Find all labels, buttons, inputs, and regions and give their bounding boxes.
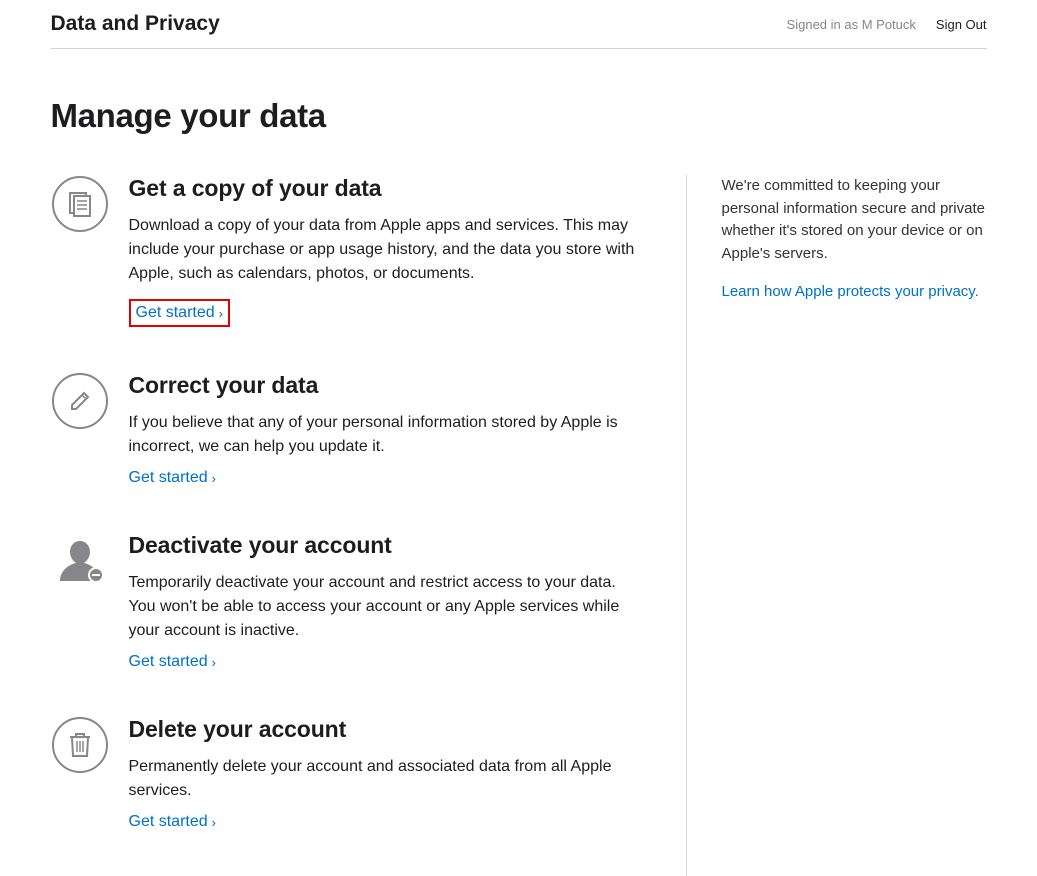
learn-privacy-link[interactable]: Learn how Apple protects your privacy. xyxy=(722,283,979,300)
page-header: Data and Privacy Signed in as M Potuck S… xyxy=(51,0,987,49)
section-delete-title: Delete your account xyxy=(129,716,636,743)
chevron-right-icon: › xyxy=(212,655,216,670)
section-delete-description: Permanently delete your account and asso… xyxy=(129,755,636,803)
section-deactivate-account: Deactivate your account Temporarily deac… xyxy=(51,532,636,671)
section-copy-description: Download a copy of your data from Apple … xyxy=(129,214,636,286)
user-minus-icon xyxy=(51,532,109,590)
chevron-right-icon: › xyxy=(219,306,223,321)
chevron-right-icon: › xyxy=(212,471,216,486)
get-started-copy-link[interactable]: Get started › xyxy=(136,304,224,322)
documents-icon xyxy=(51,175,109,233)
link-label: Get started xyxy=(129,469,208,487)
section-delete-content: Delete your account Permanently delete y… xyxy=(129,716,636,831)
signed-in-label: Signed in as M Potuck xyxy=(787,17,916,32)
sidebar: We're committed to keeping your personal… xyxy=(687,175,987,876)
link-label: Get started xyxy=(136,304,215,322)
section-copy-title: Get a copy of your data xyxy=(129,175,636,202)
section-deactivate-content: Deactivate your account Temporarily deac… xyxy=(129,532,636,671)
section-deactivate-description: Temporarily deactivate your account and … xyxy=(129,571,636,643)
section-correct-data: Correct your data If you believe that an… xyxy=(51,372,636,487)
sign-out-link[interactable]: Sign Out xyxy=(936,17,987,32)
highlight-box: Get started › xyxy=(129,299,231,327)
section-copy-data: Get a copy of your data Download a copy … xyxy=(51,175,636,327)
get-started-correct-link[interactable]: Get started › xyxy=(129,469,217,487)
section-correct-description: If you believe that any of your personal… xyxy=(129,411,636,459)
section-correct-title: Correct your data xyxy=(129,372,636,399)
section-delete-account: Delete your account Permanently delete y… xyxy=(51,716,636,831)
chevron-right-icon: › xyxy=(212,815,216,830)
header-title: Data and Privacy xyxy=(51,12,220,36)
pencil-icon xyxy=(51,372,109,430)
section-copy-content: Get a copy of your data Download a copy … xyxy=(129,175,636,327)
content-wrapper: Get a copy of your data Download a copy … xyxy=(51,175,987,876)
main-content: Get a copy of your data Download a copy … xyxy=(51,175,687,876)
section-deactivate-title: Deactivate your account xyxy=(129,532,636,559)
page-heading: Manage your data xyxy=(51,97,987,135)
get-started-deactivate-link[interactable]: Get started › xyxy=(129,653,217,671)
header-right: Signed in as M Potuck Sign Out xyxy=(787,17,987,32)
trash-icon xyxy=(51,716,109,774)
link-label: Get started xyxy=(129,653,208,671)
sidebar-text: We're committed to keeping your personal… xyxy=(722,175,987,265)
link-label: Get started xyxy=(129,813,208,831)
get-started-delete-link[interactable]: Get started › xyxy=(129,813,217,831)
section-correct-content: Correct your data If you believe that an… xyxy=(129,372,636,487)
